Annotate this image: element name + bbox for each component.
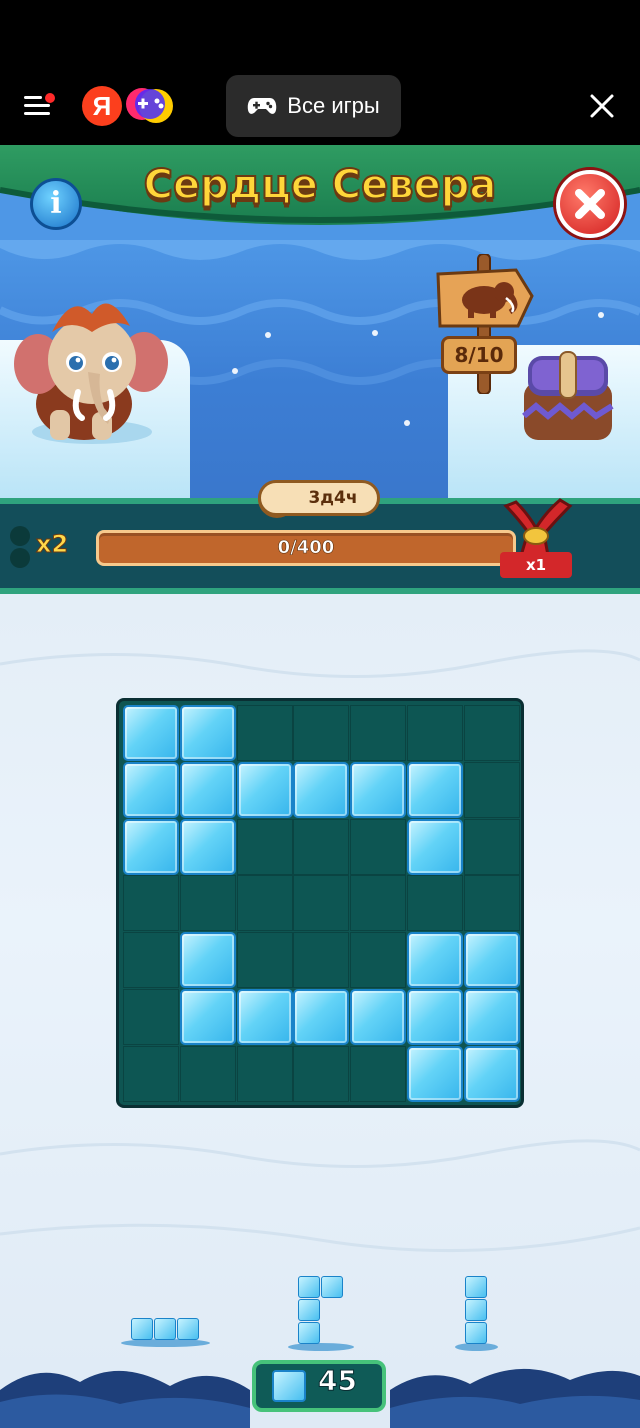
empty-cell[interactable] (350, 875, 407, 932)
empty-cell[interactable] (463, 705, 520, 761)
booster-count: x1 (500, 552, 572, 578)
ice-block[interactable] (407, 761, 463, 818)
ice-block[interactable] (123, 705, 179, 761)
empty-cell[interactable] (463, 761, 520, 818)
ice-block[interactable] (236, 761, 293, 818)
gamepad-icon (248, 98, 277, 114)
points-progress-bar: 0/400 (96, 530, 516, 566)
ice-block[interactable] (350, 989, 407, 1045)
empty-cell[interactable] (350, 1045, 407, 1102)
empty-cell[interactable] (179, 1045, 236, 1102)
ice-block[interactable] (407, 989, 463, 1045)
piece-block (321, 1276, 343, 1298)
piece-block (298, 1299, 320, 1321)
piece-block (131, 1318, 153, 1340)
all-games-label: Все игры (287, 93, 380, 118)
event-title: Сердце Севера (143, 161, 498, 209)
ice-block[interactable] (293, 761, 350, 818)
token-slot-icon (10, 526, 30, 568)
empty-cell[interactable] (293, 932, 350, 989)
empty-cell[interactable] (123, 875, 179, 932)
ice-counter-value: 45 (318, 1364, 358, 1398)
empty-cell[interactable] (463, 818, 520, 875)
quit-button[interactable] (556, 170, 624, 238)
sparkle (404, 420, 410, 426)
puzzle-board[interactable] (116, 698, 524, 1108)
event-scene (0, 240, 640, 502)
ice-block[interactable] (350, 761, 407, 818)
ice-block[interactable] (407, 932, 463, 989)
piece-block (154, 1318, 176, 1340)
empty-cell[interactable] (293, 875, 350, 932)
ice-block[interactable] (236, 989, 293, 1045)
empty-cell[interactable] (123, 989, 179, 1045)
empty-cell[interactable] (293, 705, 350, 761)
sparkle (265, 332, 271, 338)
ice-block[interactable] (293, 989, 350, 1045)
empty-cell[interactable] (350, 818, 407, 875)
menu-icon[interactable] (24, 93, 55, 118)
empty-cell[interactable] (293, 1045, 350, 1102)
points-progress-label: 0/400 (277, 537, 335, 559)
ice-block[interactable] (123, 761, 179, 818)
score-multiplier: x2 (35, 530, 69, 559)
piece-shadow (121, 1339, 210, 1347)
yandex-games-logo[interactable] (124, 84, 176, 128)
ice-block[interactable] (407, 1045, 463, 1102)
close-icon (575, 189, 605, 219)
ice-block[interactable] (463, 932, 520, 989)
piece-block (298, 1322, 320, 1344)
empty-cell[interactable] (350, 705, 407, 761)
empty-cell[interactable] (236, 875, 293, 932)
empty-cell[interactable] (350, 932, 407, 989)
wave-decoration (0, 240, 640, 260)
notification-dot-icon (45, 93, 55, 103)
piece-block (298, 1276, 320, 1298)
ice-block[interactable] (179, 989, 236, 1045)
empty-cell[interactable] (236, 818, 293, 875)
all-games-button[interactable]: Все игры (226, 75, 401, 137)
empty-cell[interactable] (463, 875, 520, 932)
ice-block[interactable] (123, 818, 179, 875)
empty-cell[interactable] (407, 705, 463, 761)
empty-cell[interactable] (236, 705, 293, 761)
yandex-logo[interactable]: Я (82, 86, 122, 126)
ice-block[interactable] (463, 1045, 520, 1102)
empty-cell[interactable] (179, 875, 236, 932)
ice-block[interactable] (179, 705, 236, 761)
piece-block (177, 1318, 199, 1340)
sparkle (232, 368, 238, 374)
ice-block[interactable] (407, 818, 463, 875)
event-timer: 3д4ч (258, 480, 380, 516)
empty-cell[interactable] (236, 932, 293, 989)
empty-cell[interactable] (293, 818, 350, 875)
ice-block-icon (272, 1370, 306, 1402)
sparkle (372, 330, 378, 336)
ice-block[interactable] (179, 818, 236, 875)
close-icon[interactable] (588, 92, 616, 120)
piece-block (465, 1322, 487, 1344)
empty-cell[interactable] (123, 932, 179, 989)
ice-block[interactable] (463, 989, 520, 1045)
empty-cell[interactable] (407, 875, 463, 932)
browser-top-bar: Я Все игры (0, 0, 640, 145)
ice-block[interactable] (179, 932, 236, 989)
level-progress-counter: 8/10 (441, 336, 517, 374)
empty-cell[interactable] (236, 1045, 293, 1102)
empty-cell[interactable] (123, 1045, 179, 1102)
piece-block (465, 1299, 487, 1321)
baby-mammoth-character (14, 303, 168, 444)
piece-block (465, 1276, 487, 1298)
sparkle (598, 312, 604, 318)
ice-block[interactable] (179, 761, 236, 818)
info-button[interactable]: i (30, 178, 82, 230)
